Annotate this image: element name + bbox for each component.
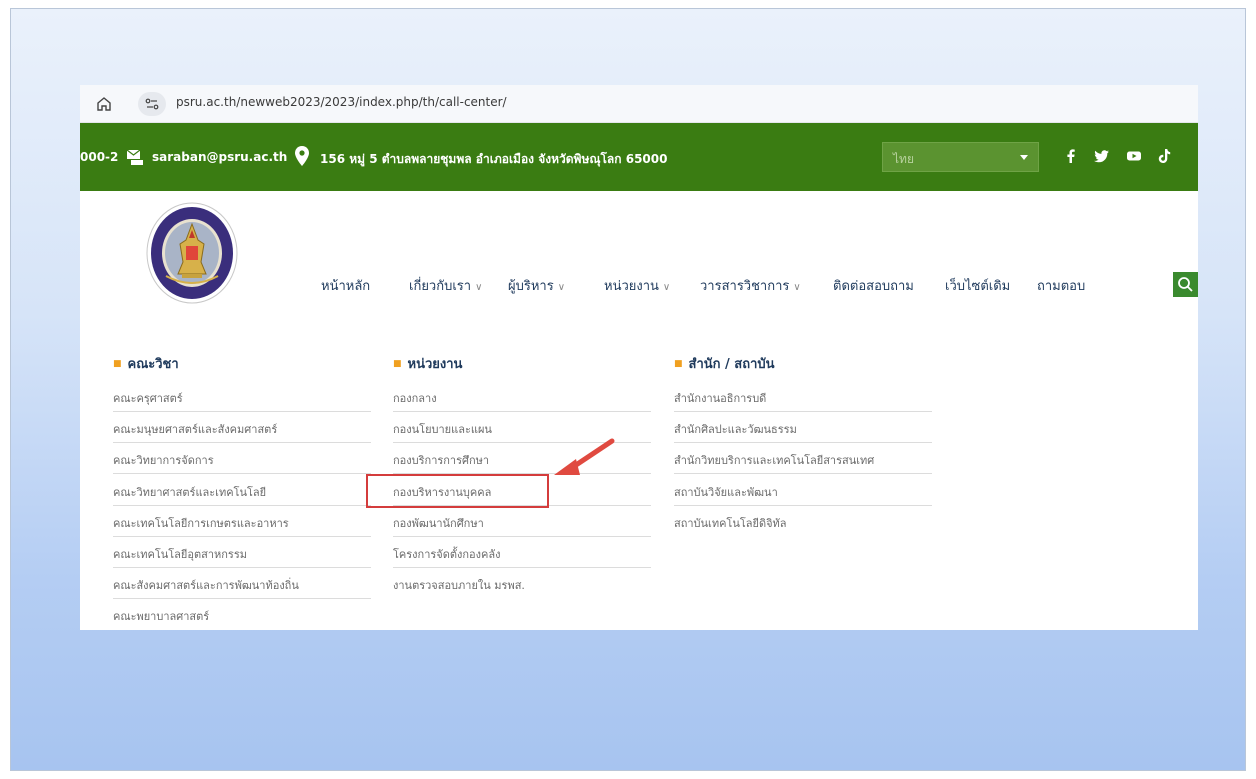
menu-link-unit[interactable]: โครงการจัดตั้งกองคลัง [393, 537, 651, 568]
menu-link-faculty[interactable]: คณะวิทยาการจัดการ [113, 443, 371, 474]
menu-link-unit[interactable]: กองกลาง [393, 381, 651, 412]
nav-item-contact[interactable]: ติดต่อสอบถาม [833, 275, 914, 296]
phone-text: 000-2 [80, 150, 119, 164]
nav-item-about[interactable]: เกี่ยวกับเรา ∨ [409, 275, 482, 296]
menu-link-faculty[interactable]: คณะมนุษยศาสตร์และสังคมศาสตร์ [113, 412, 371, 443]
caret-down-icon [1020, 155, 1028, 160]
menu-link-office[interactable]: สำนักวิทยบริการและเทคโนโลยีสารสนเทศ [674, 443, 932, 474]
facebook-icon[interactable] [1062, 147, 1080, 165]
menu-link-office[interactable]: สถาบันวิจัยและพัฒนา [674, 475, 932, 506]
search-icon [1178, 277, 1193, 292]
address-text: 156 หมู่ 5 ตำบลพลายชุมพล อำเภอเมือง จังห… [320, 152, 668, 166]
language-value: ไทย [893, 152, 914, 166]
menu-link-faculty[interactable]: คณะพยาบาลศาสตร์ [113, 599, 371, 630]
language-select[interactable]: ไทย [882, 142, 1039, 172]
menu-link-office[interactable]: สถาบันเทคโนโลยีดิจิทัล [674, 506, 932, 537]
menu-link-unit[interactable]: กองพัฒนานักศึกษา [393, 506, 651, 537]
location-pin-icon [295, 146, 309, 166]
bullet-icon: ■ [674, 359, 683, 369]
menu-link-faculty[interactable]: คณะเทคโนโลยีอุตสาหกรรม [113, 537, 371, 568]
chevron-down-icon: ∨ [793, 282, 801, 293]
site-info-icon[interactable] [138, 92, 166, 116]
bullet-icon: ■ [393, 359, 402, 369]
url-text[interactable]: psru.ac.th/newweb2023/2023/index.php/th/… [176, 95, 507, 109]
nav-item-faq[interactable]: ถามตอบ [1037, 275, 1085, 296]
megamenu-heading-offices: ■ สำนัก / สถาบัน [674, 357, 775, 372]
nav-item-old-website[interactable]: เว็บไซต์เดิม [945, 275, 1010, 296]
menu-link-unit[interactable]: งานตรวจสอบภายใน มรพส. [393, 568, 651, 599]
highlight-box [366, 474, 549, 508]
menu-link-office[interactable]: สำนักศิลปะและวัฒนธรรม [674, 412, 932, 443]
menu-link-faculty[interactable]: คณะสังคมศาสตร์และการพัฒนาท้องถิ่น [113, 568, 371, 599]
megamenu-heading-faculty: ■ คณะวิชา [113, 357, 179, 372]
mail-icon [126, 149, 143, 165]
menu-link-faculty[interactable]: คณะวิทยาศาสตร์และเทคโนโลยี [113, 475, 371, 506]
menu-link-faculty[interactable]: คณะครุศาสตร์ [113, 381, 371, 412]
screenshot-frame: psru.ac.th/newweb2023/2023/index.php/th/… [10, 8, 1246, 771]
menu-link-faculty[interactable]: คณะเทคโนโลยีการเกษตรและอาหาร [113, 506, 371, 537]
chevron-down-icon: ∨ [557, 282, 566, 293]
youtube-icon[interactable] [1125, 147, 1143, 165]
chevron-down-icon: ∨ [475, 282, 483, 293]
browser-screenshot: psru.ac.th/newweb2023/2023/index.php/th/… [80, 85, 1198, 630]
main-navigation: หน้าหลัก เกี่ยวกับเรา ∨ ผู้บริหาร ∨ หน่วยง… [80, 275, 1198, 299]
twitter-icon[interactable] [1093, 147, 1111, 165]
nav-item-home[interactable]: หน้าหลัก [321, 275, 370, 296]
megamenu-heading-units: ■ หน่วยงาน [393, 357, 463, 372]
annotation-arrow-icon [554, 438, 615, 475]
bullet-icon: ■ [113, 359, 122, 369]
menu-link-office[interactable]: สำนักงานอธิการบดี [674, 381, 932, 412]
search-button[interactable] [1173, 272, 1198, 297]
home-icon[interactable] [95, 95, 113, 113]
tiktok-icon[interactable] [1155, 147, 1173, 165]
chevron-down-icon: ∨ [662, 282, 671, 293]
email-text[interactable]: saraban@psru.ac.th [152, 150, 287, 164]
top-contact-bar: 000-2 saraban@psru.ac.th 156 หมู่ 5 ตำบล… [80, 123, 1198, 191]
address-bar: psru.ac.th/newweb2023/2023/index.php/th/… [80, 85, 1198, 123]
nav-item-executives[interactable]: ผู้บริหาร ∨ [508, 275, 565, 296]
nav-item-units[interactable]: หน่วยงาน ∨ [604, 275, 670, 296]
nav-item-journals[interactable]: วารสารวิชาการ ∨ [700, 275, 801, 296]
